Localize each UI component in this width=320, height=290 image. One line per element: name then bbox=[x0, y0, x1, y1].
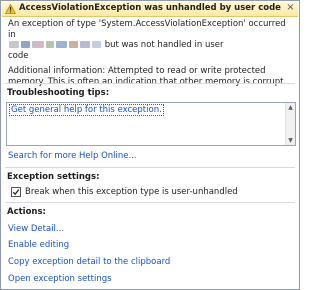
redacted-block bbox=[21, 41, 30, 48]
divider bbox=[5, 202, 295, 203]
exception-settings-title: Exception settings: bbox=[7, 172, 100, 182]
exception-summary-line2: but was not handled in user bbox=[104, 40, 224, 50]
exception-summary-line1: An exception of type 'System.AccessViola… bbox=[8, 19, 286, 40]
close-button[interactable]: × bbox=[285, 3, 296, 14]
troubleshooting-tips-list[interactable]: Get general help for this exception. ▲ ▼ bbox=[6, 102, 296, 146]
break-on-exception-option[interactable]: Break when this exception type is user-u… bbox=[11, 187, 238, 198]
redacted-block bbox=[9, 41, 19, 48]
open-exception-settings-link[interactable]: Open exception settings bbox=[8, 274, 112, 284]
tips-scrollbar[interactable]: ▲ ▼ bbox=[285, 103, 295, 145]
redacted-block bbox=[92, 41, 101, 48]
general-help-link[interactable]: Get general help for this exception. bbox=[9, 104, 164, 116]
exception-message: An exception of type 'System.AccessViola… bbox=[8, 19, 291, 92]
exception-summary-line3: code bbox=[8, 50, 29, 61]
window-title: AccessViolationException was unhandled b… bbox=[19, 3, 281, 13]
exception-summary: An exception of type 'System.AccessViola… bbox=[8, 19, 291, 61]
exception-assistant-window: AccessViolationException was unhandled b… bbox=[0, 0, 300, 290]
warning-icon bbox=[5, 4, 16, 14]
break-on-exception-checkbox[interactable] bbox=[11, 187, 21, 197]
redacted-block bbox=[80, 41, 90, 48]
title-bar: AccessViolationException was unhandled b… bbox=[2, 2, 298, 17]
scroll-down-arrow-icon[interactable]: ▼ bbox=[286, 136, 295, 145]
scroll-up-arrow-icon[interactable]: ▲ bbox=[286, 103, 295, 112]
view-detail-link[interactable]: View Detail... bbox=[8, 224, 64, 234]
actions-title: Actions: bbox=[7, 207, 46, 217]
redacted-block bbox=[46, 41, 54, 48]
divider bbox=[5, 167, 295, 168]
redacted-block bbox=[69, 41, 78, 48]
troubleshooting-title: Troubleshooting tips: bbox=[7, 88, 110, 98]
redacted-block bbox=[56, 41, 67, 48]
redacted-block bbox=[32, 41, 44, 48]
copy-exception-detail-link[interactable]: Copy exception detail to the clipboard bbox=[8, 257, 170, 267]
search-help-online-link[interactable]: Search for more Help Online... bbox=[8, 151, 137, 161]
redacted-module-name bbox=[8, 40, 102, 50]
checkmark-icon bbox=[12, 189, 20, 196]
break-on-exception-label: Break when this exception type is user-u… bbox=[25, 187, 238, 197]
enable-editing-link[interactable]: Enable editing bbox=[8, 240, 69, 250]
divider bbox=[5, 83, 295, 84]
